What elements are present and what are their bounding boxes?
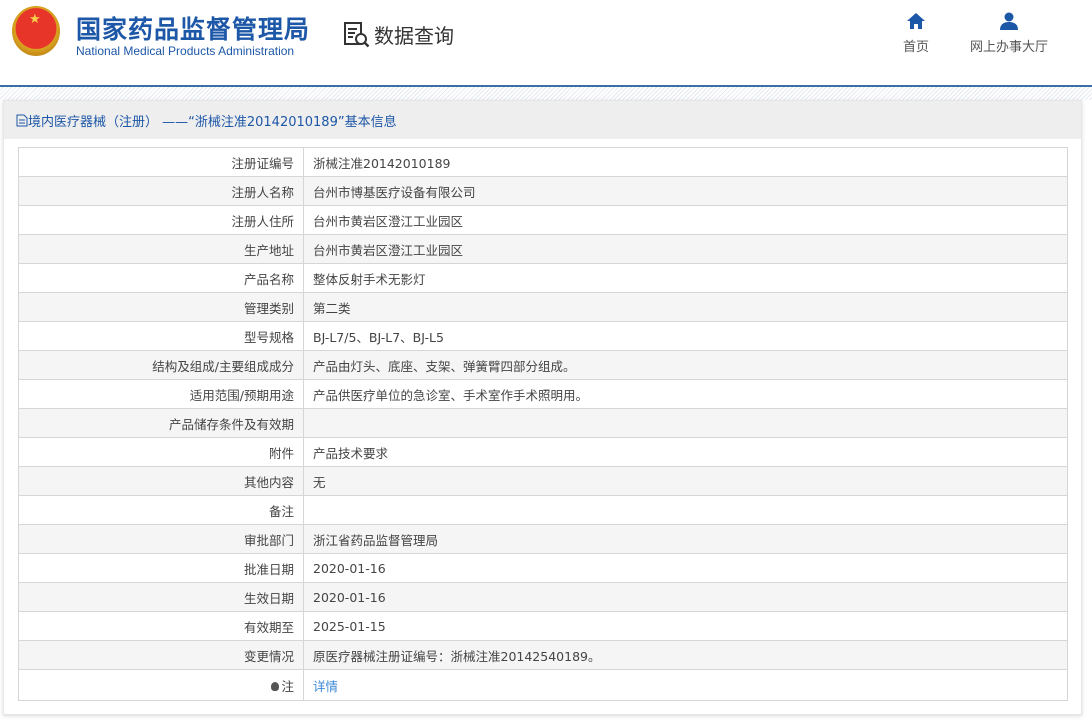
info-table: 注册证编号 浙械注准20142010189 注册人名称 台州市博基医疗设备有限公司 注册… bbox=[18, 147, 1068, 701]
field-label: 其他内容 bbox=[18, 466, 304, 496]
panel-title: 境内医疗器械（注册） ——“浙械注准20142010189”基本信息 bbox=[4, 101, 1081, 139]
field-label: 批准日期 bbox=[18, 553, 304, 583]
nav-home[interactable]: 首页 bbox=[903, 12, 929, 55]
note-label-text: 注 bbox=[281, 678, 294, 694]
field-value: BJ-L7/5、BJ-L7、BJ-L5 bbox=[303, 321, 1068, 351]
note-value: 详情 bbox=[303, 669, 1068, 701]
field-value: 原医疗器械注册证编号：浙械注准20142540189。 bbox=[303, 640, 1068, 670]
field-value: 产品供医疗单位的急诊室、手术室作手术照明用。 bbox=[303, 379, 1068, 409]
field-label: 有效期至 bbox=[18, 611, 304, 641]
field-value: 台州市博基医疗设备有限公司 bbox=[303, 176, 1068, 206]
table-row: 产品储存条件及有效期 bbox=[18, 408, 1068, 438]
nav-online-hall-label: 网上办事大厅 bbox=[970, 40, 1049, 55]
field-value bbox=[303, 408, 1068, 438]
nav-online-hall[interactable]: 网上办事大厅 bbox=[970, 12, 1048, 55]
org-name-cn: 国家药品监督管理局 bbox=[76, 15, 311, 44]
field-value: 第二类 bbox=[303, 292, 1068, 322]
section-label: 数据查询 bbox=[374, 24, 454, 48]
field-value bbox=[303, 495, 1068, 525]
document-search-icon bbox=[344, 21, 370, 47]
field-value: 2025-01-15 bbox=[303, 611, 1068, 641]
table-row: 生效日期 2020-01-16 bbox=[18, 582, 1068, 612]
field-label: 适用范围/预期用途 bbox=[18, 379, 304, 409]
field-value: 浙江省药品监督管理局 bbox=[303, 524, 1068, 554]
details-link[interactable]: 详情 bbox=[313, 679, 338, 694]
table-row: 审批部门 浙江省药品监督管理局 bbox=[18, 524, 1068, 554]
field-label: 产品名称 bbox=[18, 263, 304, 293]
table-row: 变更情况 原医疗器械注册证编号：浙械注准20142540189。 bbox=[18, 640, 1068, 670]
table-row: 适用范围/预期用途 产品供医疗单位的急诊室、手术室作手术照明用。 bbox=[18, 379, 1068, 409]
table-row: 其他内容无 bbox=[18, 466, 1068, 496]
table-row: 生产地址 台州市黄岩区澄江工业园区 bbox=[18, 234, 1068, 264]
field-label: 生效日期 bbox=[18, 582, 304, 612]
national-emblem-logo bbox=[12, 6, 60, 56]
panel-title-text: 境内医疗器械（注册） ——“浙械注准20142010189”基本信息 bbox=[28, 114, 397, 130]
table-row: 产品名称 整体反射手术无影灯 bbox=[18, 263, 1068, 293]
field-label: 结构及组成/主要组成成分 bbox=[18, 350, 304, 380]
header-divider bbox=[0, 85, 1092, 100]
table-row: 备注 bbox=[18, 495, 1068, 525]
table-row: 有效期至 2025-01-15 bbox=[18, 611, 1068, 641]
field-value: 浙械注准20142010189 bbox=[303, 147, 1068, 177]
nav-home-label: 首页 bbox=[903, 40, 930, 55]
user-icon bbox=[1000, 12, 1018, 30]
field-label: 注册人名称 bbox=[18, 176, 304, 206]
field-label: 管理类别 bbox=[18, 292, 304, 322]
document-icon bbox=[16, 114, 28, 126]
field-value: 2020-01-16 bbox=[303, 582, 1068, 612]
field-label: 生产地址 bbox=[18, 234, 304, 264]
field-value: 台州市黄岩区澄江工业园区 bbox=[303, 234, 1068, 264]
field-label: 注册证编号 bbox=[18, 147, 304, 177]
table-row: 附件 产品技术要求 bbox=[18, 437, 1068, 467]
info-panel: 境内医疗器械（注册） ——“浙械注准20142010189”基本信息 注册证编号… bbox=[3, 100, 1082, 715]
field-value: 无 bbox=[303, 466, 1068, 496]
field-value: 产品技术要求 bbox=[303, 437, 1068, 467]
field-label: 备注 bbox=[18, 495, 304, 525]
field-label: 审批部门 bbox=[18, 524, 304, 554]
table-row: 结构及组成/主要组成成分 产品由灯头、底座、支架、弹簧臂四部分组成。 bbox=[18, 350, 1068, 380]
field-value: 台州市黄岩区澄江工业园区 bbox=[303, 205, 1068, 235]
field-value: 整体反射手术无影灯 bbox=[303, 263, 1068, 293]
note-label: 注 bbox=[18, 669, 304, 701]
table-row: 注册人住所 台州市黄岩区澄江工业园区 bbox=[18, 205, 1068, 235]
home-icon bbox=[907, 13, 925, 29]
table-row: 管理类别 第二类 bbox=[18, 292, 1068, 322]
data-query-title: 数据查询 bbox=[343, 20, 454, 49]
table-row: 型号规格 BJ-L7/5、BJ-L7、BJ-L5 bbox=[18, 321, 1068, 351]
note-row: 注 详情 bbox=[18, 669, 1068, 701]
org-name-en: National Medical Products Administration bbox=[76, 44, 295, 58]
field-label: 型号规格 bbox=[18, 321, 304, 351]
table-row: 批准日期 2020-01-16 bbox=[18, 553, 1068, 583]
field-label: 变更情况 bbox=[18, 640, 304, 670]
table-row: 注册人名称 台州市博基医疗设备有限公司 bbox=[18, 176, 1068, 206]
lightbulb-icon bbox=[271, 681, 280, 691]
table-row: 注册证编号 浙械注准20142010189 bbox=[18, 147, 1068, 177]
field-value: 2020-01-16 bbox=[303, 553, 1068, 583]
field-label: 附件 bbox=[18, 437, 304, 467]
field-value: 产品由灯头、底座、支架、弹簧臂四部分组成。 bbox=[303, 350, 1068, 380]
header: 国家药品监督管理局 National Medical Products Admi… bbox=[0, 0, 1092, 85]
field-label: 产品储存条件及有效期 bbox=[18, 408, 304, 438]
field-label: 注册人住所 bbox=[18, 205, 304, 235]
